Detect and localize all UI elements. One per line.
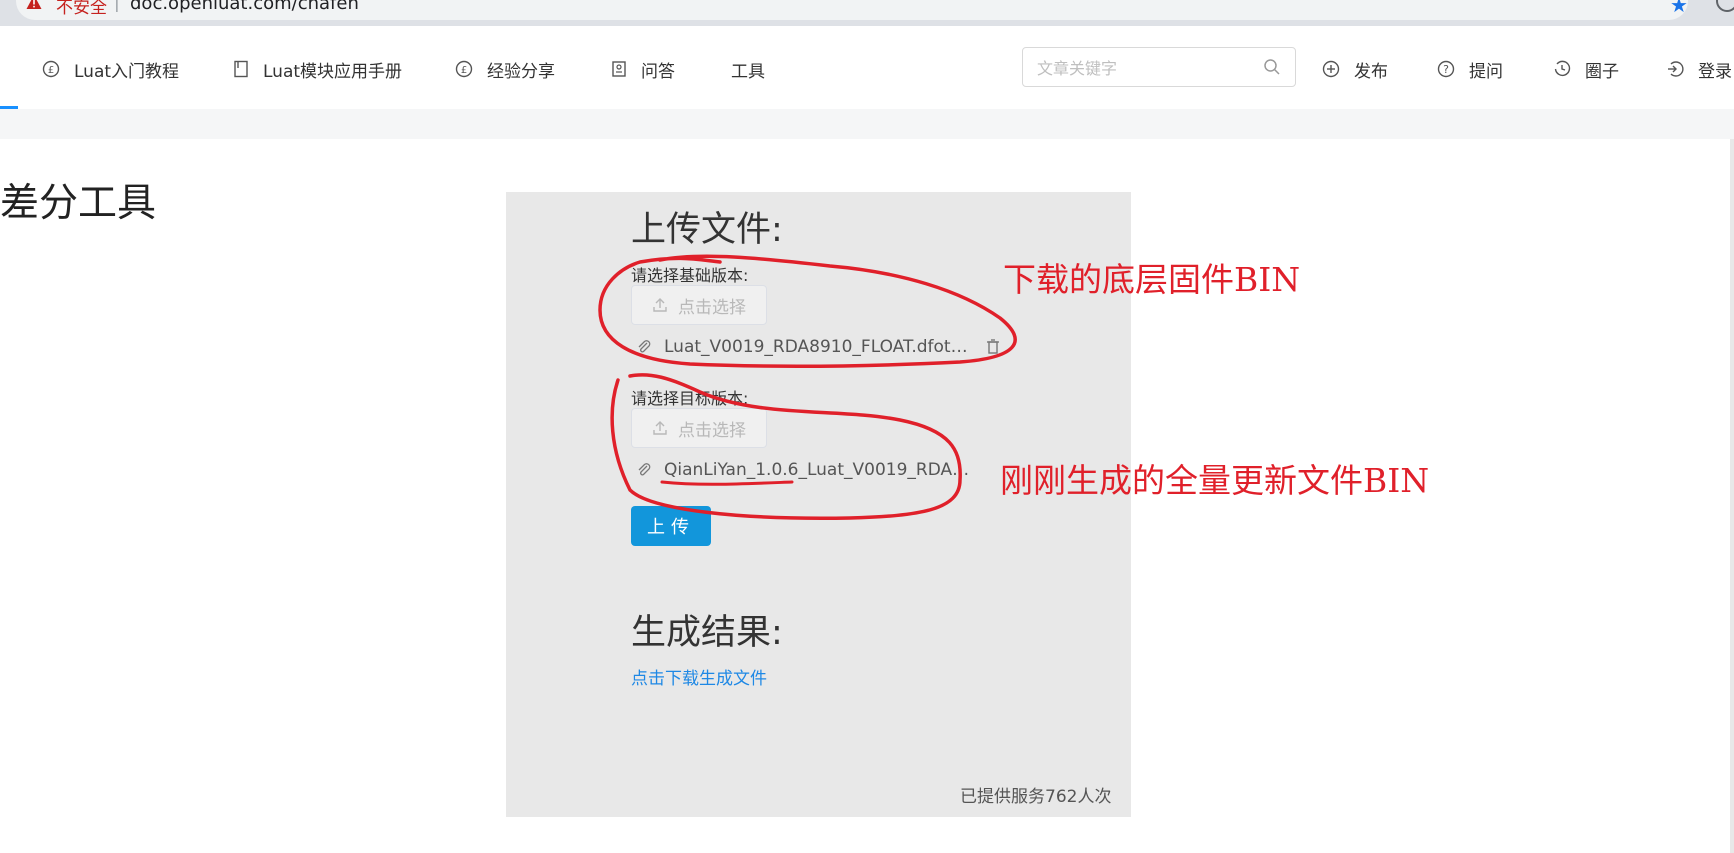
nav-item-tools[interactable]: 工具: [731, 56, 765, 82]
result-heading: 生成结果:: [631, 613, 783, 653]
nav-item-experience[interactable]: £ 经验分享: [455, 56, 555, 82]
paperclip-icon: [638, 340, 651, 353]
paperclip-icon: [638, 463, 651, 476]
search-icon[interactable]: [1263, 58, 1281, 76]
base-select-label: 点击选择: [678, 297, 746, 318]
warning-icon: [26, 0, 42, 9]
target-file-item[interactable]: QianLiYan_1.0.6_Luat_V0019_RDA8910_FLOAT…: [636, 459, 972, 481]
target-select-label: 点击选择: [678, 420, 746, 441]
nav-item-label: 问答: [641, 61, 675, 82]
site-nav: £ Luat入门教程 Luat模块应用手册 £ 经验分享 问答 工具 发布 ? …: [0, 26, 1734, 109]
login-label: 登录: [1698, 61, 1732, 82]
base-file-item[interactable]: Luat_V0019_RDA8910_FLOAT.dfota.bin: [636, 336, 974, 358]
target-file-name: QianLiYan_1.0.6_Luat_V0019_RDA8910_FLOAT…: [664, 460, 972, 480]
clock-icon: [1554, 60, 1571, 77]
base-select-button[interactable]: 点击选择: [631, 285, 767, 325]
publish-button[interactable]: 发布: [1322, 56, 1388, 82]
url-text[interactable]: doc.openluat.com/chafen: [130, 0, 359, 14]
address-separator: |: [114, 0, 120, 13]
search-input[interactable]: [1035, 55, 1259, 81]
service-count: 已提供服务762人次: [960, 787, 1112, 807]
plus-circle-icon: [1322, 60, 1340, 78]
coin-icon: £: [455, 60, 473, 78]
nav-item-label: Luat模块应用手册: [263, 61, 403, 82]
target-select-button[interactable]: 点击选择: [631, 408, 767, 448]
nav-item-label: 经验分享: [487, 61, 555, 82]
nav-item-module-manual[interactable]: Luat模块应用手册: [233, 56, 402, 82]
base-annotation: 下载的底层固件BIN: [1003, 260, 1301, 299]
base-version-label: 请选择基础版本:: [631, 266, 749, 285]
target-annotation: 刚刚生成的全量更新文件BIN: [1000, 461, 1430, 500]
nav-item-label: 工具: [731, 61, 765, 82]
upload-button[interactable]: 上传: [631, 506, 711, 546]
upload-icon: [653, 421, 667, 435]
coin-icon: £: [42, 60, 60, 78]
upload-heading: 上传文件:: [631, 210, 783, 250]
base-file-name: Luat_V0019_RDA8910_FLOAT.dfota.bin: [664, 337, 974, 357]
ask-button[interactable]: ? 提问: [1437, 56, 1503, 82]
trash-icon[interactable]: [985, 338, 1001, 356]
login-button[interactable]: 登录: [1666, 56, 1732, 82]
target-version-label: 请选择目标版本:: [631, 389, 749, 408]
download-result-link[interactable]: 点击下载生成文件: [631, 664, 767, 689]
nav-divider-band: [0, 109, 1734, 139]
page-title: 差分工具: [0, 181, 157, 226]
svg-text:£: £: [48, 65, 54, 76]
page-scrollbar[interactable]: [1730, 139, 1734, 853]
login-icon: [1668, 61, 1684, 77]
search-box: [1022, 47, 1296, 87]
star-icon[interactable]: ★: [1670, 0, 1688, 17]
publish-label: 发布: [1354, 61, 1388, 82]
nav-item-label: Luat入门教程: [74, 61, 180, 82]
book-icon: [234, 60, 248, 78]
chat-icon: [612, 61, 626, 77]
ask-label: 提问: [1469, 61, 1503, 82]
circle-label: 圈子: [1585, 61, 1619, 82]
question-circle-icon: ?: [1437, 60, 1455, 78]
nav-item-luat-tutorial[interactable]: £ Luat入门教程: [42, 56, 179, 82]
insecure-label[interactable]: 不安全: [56, 0, 107, 18]
svg-text:?: ?: [1443, 63, 1449, 76]
circle-button[interactable]: 圈子: [1553, 56, 1619, 82]
svg-text:£: £: [461, 65, 467, 76]
upload-icon: [653, 298, 667, 312]
nav-item-qa[interactable]: 问答: [611, 56, 675, 82]
profile-icon[interactable]: [1716, 0, 1734, 12]
browser-toolbar: 不安全 | doc.openluat.com/chafen ★: [0, 0, 1734, 26]
